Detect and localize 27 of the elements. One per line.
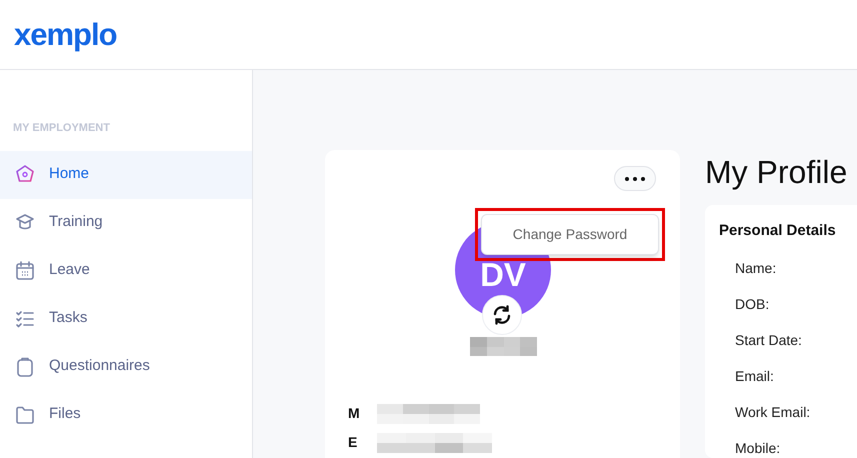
- clipboard-icon: [14, 356, 36, 378]
- redacted-block: [470, 337, 537, 356]
- refresh-icon: [492, 305, 512, 325]
- more-options-button[interactable]: [614, 166, 656, 191]
- field-label: Work Email:: [735, 404, 812, 420]
- sidebar-item[interactable]: Questionnaires: [0, 342, 252, 390]
- contact-label: M: [348, 404, 360, 423]
- menu-item[interactable]: Change Password: [481, 214, 659, 255]
- sidebar-item[interactable]: Files: [0, 390, 252, 438]
- folder-icon: [14, 404, 36, 426]
- change-photo-button[interactable]: [482, 295, 522, 335]
- sidebar-item[interactable]: Home: [0, 150, 252, 198]
- field-label: Name:: [735, 260, 778, 276]
- sidebar-item[interactable]: Tasks: [0, 294, 252, 342]
- field-label: Email:: [735, 368, 775, 384]
- field-label: DOB:: [735, 296, 770, 312]
- calendar-icon: [14, 260, 36, 282]
- field-label: Mobile:: [735, 440, 782, 456]
- logo[interactable]: xemplo: [14, 19, 117, 50]
- sidebar-item[interactable]: Leave: [0, 246, 252, 294]
- page-title: My Profile: [705, 156, 848, 188]
- section-heading: MY EMPLOYMENT: [12, 121, 111, 136]
- section-title: Personal Details: [719, 221, 837, 241]
- sidebar-item[interactable]: Training: [0, 198, 252, 246]
- field-label: Start Date:: [735, 332, 803, 348]
- more-icon: [625, 176, 645, 180]
- contact-label: E: [348, 433, 358, 452]
